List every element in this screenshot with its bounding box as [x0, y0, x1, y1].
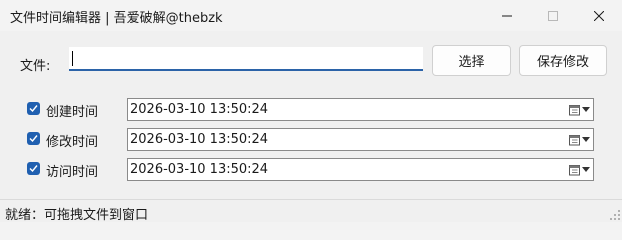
text-caret — [72, 51, 73, 66]
window-title: 文件时间编辑器 | 吾爱破解@thebzk — [10, 11, 223, 26]
time-row-accessed: 访问时间 2026-03-10 13:50:24 — [0, 158, 622, 182]
modified-time-label: 修改时间 — [46, 135, 99, 150]
accessed-time-checkbox[interactable] — [27, 162, 40, 175]
accessed-time-label: 访问时间 — [46, 165, 99, 180]
checkmark-icon — [29, 165, 38, 173]
created-time-value[interactable]: 2026-03-10 13:50:24 — [130, 102, 268, 117]
accessed-time-value[interactable]: 2026-03-10 13:50:24 — [130, 162, 268, 177]
time-row-modified: 修改时间 2026-03-10 13:50:24 — [0, 128, 622, 152]
time-row-created: 创建时间 2026-03-10 13:50:24 — [0, 98, 622, 122]
created-time-label: 创建时间 — [46, 105, 99, 120]
created-time-checkbox[interactable] — [27, 102, 40, 115]
status-bar: 就绪：可拖拽文件到窗口 — [0, 199, 622, 223]
choose-file-button[interactable]: 选择 — [432, 45, 511, 76]
maximize-button — [530, 0, 576, 31]
checkmark-icon — [29, 105, 38, 113]
resize-grip-icon[interactable] — [610, 210, 620, 220]
checkmark-icon — [29, 135, 38, 143]
created-time-picker[interactable]: 2026-03-10 13:50:24 — [127, 98, 594, 121]
title-bar[interactable]: 文件时间编辑器 | 吾爱破解@thebzk — [0, 0, 622, 31]
status-text: 就绪：可拖拽文件到窗口 — [5, 208, 149, 223]
accessed-time-picker[interactable]: 2026-03-10 13:50:24 — [127, 158, 594, 181]
modified-time-picker[interactable]: 2026-03-10 13:50:24 — [127, 128, 594, 151]
minimize-button[interactable] — [484, 0, 530, 31]
save-changes-button[interactable]: 保存修改 — [519, 45, 607, 76]
chevron-down-icon — [582, 137, 590, 142]
created-time-dropdown[interactable] — [569, 101, 591, 118]
close-button[interactable] — [576, 0, 622, 31]
chevron-down-icon — [582, 167, 590, 172]
file-label: 文件: — [20, 59, 51, 74]
modified-time-checkbox[interactable] — [27, 132, 40, 145]
file-path-input[interactable] — [69, 47, 423, 71]
save-changes-label: 保存修改 — [536, 55, 589, 70]
modified-time-dropdown[interactable] — [569, 131, 591, 148]
minimize-icon — [502, 15, 512, 16]
app-window: 文件时间编辑器 | 吾爱破解@thebzk 文件: 选择 保存修改 创建时间 2… — [0, 0, 622, 223]
maximize-icon — [548, 10, 558, 21]
calendar-icon — [569, 134, 580, 145]
modified-time-value[interactable]: 2026-03-10 13:50:24 — [130, 132, 268, 147]
choose-file-label: 选择 — [458, 55, 485, 70]
close-icon — [594, 10, 604, 21]
calendar-icon — [569, 104, 580, 115]
client-area: 文件: 选择 保存修改 创建时间 2026-03-10 13:50:24 修改时… — [0, 31, 622, 199]
calendar-icon — [569, 164, 580, 175]
chevron-down-icon — [582, 107, 590, 112]
accessed-time-dropdown[interactable] — [569, 161, 591, 178]
